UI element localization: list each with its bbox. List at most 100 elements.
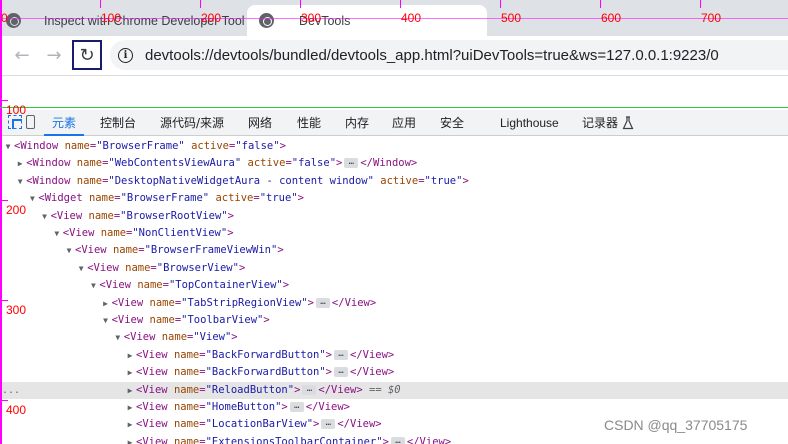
attribute-name: name <box>100 227 127 239</box>
expanded-arrow-icon[interactable]: ▼ <box>3 138 13 155</box>
tree-node-row[interactable]: ▶ <View name="ExtensionsToolbarContainer"… <box>0 434 788 444</box>
tree-node-row[interactable]: ▶ <View name="BackForwardButton">… </View> <box>0 347 788 364</box>
tree-node-content[interactable]: <Widget name="BrowserFrame" active="true… <box>38 190 304 207</box>
collapsed-children-ellipsis[interactable]: … <box>321 419 336 430</box>
address-bar[interactable]: i devtools://devtools/bundled/devtools_a… <box>110 40 788 70</box>
expanded-arrow-icon[interactable]: ▼ <box>40 208 50 225</box>
attribute-value: "View" <box>193 331 232 344</box>
tree-node-content[interactable]: <View name="ToolbarView"> <box>112 312 270 329</box>
ruler-tick-x <box>0 0 1 8</box>
tree-node-content[interactable]: <View name="BrowserRootView"> <box>51 208 234 225</box>
tree-node-row[interactable]: ▼ <Window name="DesktopNativeWidgetAura -… <box>0 173 788 190</box>
tree-node-content[interactable]: <View name="BrowserFrameViewWin"> <box>75 242 284 259</box>
tree-node-content[interactable]: <View name="TabStripRegionView">… </View> <box>112 295 377 312</box>
tree-node-row[interactable]: ▼ <View name="NonClientView"> <box>0 225 788 242</box>
inspect-element-icon[interactable] <box>8 115 22 129</box>
tree-node-content[interactable]: <View name="View"> <box>124 329 238 346</box>
collapsed-arrow-icon[interactable]: ▶ <box>125 399 135 416</box>
collapsed-arrow-icon[interactable]: ▶ <box>101 295 111 312</box>
tab-application[interactable]: 应用 <box>392 110 416 136</box>
tree-node-content[interactable]: <View name="BrowserView"> <box>87 260 245 277</box>
attribute-name: name <box>149 314 175 326</box>
tree-node-row[interactable]: ▼ <View name="BrowserView"> <box>0 260 788 277</box>
attribute-value: "DesktopNativeWidgetAura - content windo… <box>108 174 374 187</box>
tab-network[interactable]: 网络 <box>248 110 272 136</box>
tag-close: </View> <box>318 383 363 396</box>
collapsed-arrow-icon[interactable]: ▶ <box>15 155 25 172</box>
tree-node-row[interactable]: ▼ <View name="View"> <box>0 329 788 346</box>
tree-node-row[interactable]: ▼ <View name="ToolbarView"> <box>0 312 788 329</box>
collapsed-children-ellipsis[interactable]: … <box>334 367 348 378</box>
url-text[interactable]: devtools://devtools/bundled/devtools_app… <box>145 47 719 64</box>
tree-node-content[interactable]: <View name="LocationBarView">… </View> <box>136 416 382 433</box>
tree-node-row[interactable]: ▼ <View name="BrowserRootView"> <box>0 208 788 225</box>
expanded-arrow-icon[interactable]: ▼ <box>113 329 123 346</box>
tree-node-content[interactable]: <Window name="WebContentsViewAura" activ… <box>26 155 417 172</box>
tag-close: </Window> <box>360 157 418 170</box>
ruler-label-x: 0 <box>1 11 8 25</box>
tree-node-row[interactable]: ▶ <View name="HomeButton">… </View> <box>0 399 788 416</box>
collapsed-children-ellipsis[interactable]: … <box>334 349 348 360</box>
tag-close: </View> <box>305 401 351 413</box>
tree-node-row[interactable]: ▼ <View name="BrowserFrameViewWin"> <box>0 242 788 259</box>
expanded-arrow-icon[interactable]: ▼ <box>64 242 74 259</box>
tree-node-content[interactable]: <View name="BackForwardButton">… </View> <box>136 347 394 364</box>
attribute-value: "true" <box>424 174 463 187</box>
collapsed-arrow-icon[interactable]: ▶ <box>125 382 135 399</box>
attribute-value: "ReloadButton" <box>205 383 295 396</box>
tag-open: <View <box>123 331 156 344</box>
tree-node-row[interactable]: ▶ <Window name="WebContentsViewAura" acti… <box>0 155 788 172</box>
tree-node-content[interactable]: <View name="NonClientView"> <box>63 225 234 242</box>
tab-performance[interactable]: 性能 <box>297 110 321 136</box>
tab-security[interactable]: 安全 <box>440 110 464 136</box>
tab-console[interactable]: 控制台 <box>100 110 136 136</box>
expanded-arrow-icon[interactable]: ▼ <box>101 312 111 329</box>
collapsed-children-ellipsis[interactable]: … <box>344 158 359 169</box>
reload-button[interactable]: ↻ <box>72 40 102 70</box>
collapsed-children-ellipsis[interactable]: … <box>390 436 405 444</box>
info-icon[interactable]: i <box>118 47 133 63</box>
expanded-arrow-icon[interactable]: ▼ <box>15 173 25 190</box>
forward-button[interactable]: → <box>40 41 68 69</box>
collapsed-arrow-icon[interactable]: ▶ <box>125 347 135 364</box>
collapsed-children-ellipsis[interactable]: … <box>315 297 330 308</box>
ruler-label-y: 300 <box>6 303 27 317</box>
browser-tab-devtools[interactable]: DevTools <box>247 5 487 36</box>
device-toolbar-icon[interactable] <box>26 115 35 129</box>
back-button[interactable]: ← <box>8 41 36 69</box>
expanded-arrow-icon[interactable]: ▼ <box>76 260 86 277</box>
tree-node-content[interactable]: <Window name="BrowserFrame" active="fals… <box>14 138 286 155</box>
tree-node-content[interactable]: <View name="ReloadButton">… </View> == $0 <box>136 382 401 399</box>
tree-node-row[interactable]: ▶ <View name="BackForwardButton">… </View> <box>0 364 788 381</box>
row-menu-dots[interactable]: ... <box>2 382 20 399</box>
tree-node-row[interactable]: ... ▶ <View name="ReloadButton">… </View> =… <box>0 381 788 399</box>
collapsed-arrow-icon[interactable]: ▶ <box>125 364 135 381</box>
collapsed-arrow-icon[interactable]: ▶ <box>125 434 135 444</box>
tag-end: > <box>307 296 314 309</box>
tree-node-row[interactable]: ▶ <View name="TabStripRegionView">… </View… <box>0 295 788 312</box>
expanded-arrow-icon[interactable]: ▼ <box>88 277 98 294</box>
tree-node-content[interactable]: <View name="TopContainerView"> <box>99 277 289 294</box>
collapsed-children-ellipsis[interactable]: … <box>289 402 304 412</box>
tab-recorder[interactable]: 记录器 <box>582 110 618 136</box>
tree-node-content[interactable]: <View name="ExtensionsToolbarContainer">… <box>136 434 451 444</box>
tag-open: <Window <box>14 140 59 152</box>
tab-elements[interactable]: 元素 <box>44 110 85 136</box>
tab-sources[interactable]: 源代码/来源 <box>160 110 224 136</box>
tree-node-content[interactable]: <View name="HomeButton">… </View> <box>136 399 350 416</box>
expanded-arrow-icon[interactable]: ▼ <box>52 225 62 242</box>
collapsed-arrow-icon[interactable]: ▶ <box>125 416 135 433</box>
tree-node-row[interactable]: ▼ <Widget name="BrowserFrame" active="tru… <box>0 190 788 207</box>
tree-node-content[interactable]: <Window name="DesktopNativeWidgetAura - … <box>26 173 469 190</box>
tree-node-row[interactable]: ▼ <Window name="BrowserFrame" active="fal… <box>0 138 788 155</box>
collapsed-children-ellipsis[interactable]: … <box>302 384 317 395</box>
tab-memory[interactable]: 内存 <box>345 110 369 136</box>
tag-open: <View <box>111 296 144 309</box>
tree-node-content[interactable]: <View name="BackForwardButton">… </View> <box>136 364 394 381</box>
tab-lighthouse[interactable]: Lighthouse <box>500 110 559 136</box>
expanded-arrow-icon[interactable]: ▼ <box>27 190 37 207</box>
attribute-value: "ToolbarView" <box>181 314 264 326</box>
attribute-value: "false" <box>235 140 280 152</box>
tag-open: <View <box>136 401 168 413</box>
tree-node-row[interactable]: ▼ <View name="TopContainerView"> <box>0 277 788 294</box>
